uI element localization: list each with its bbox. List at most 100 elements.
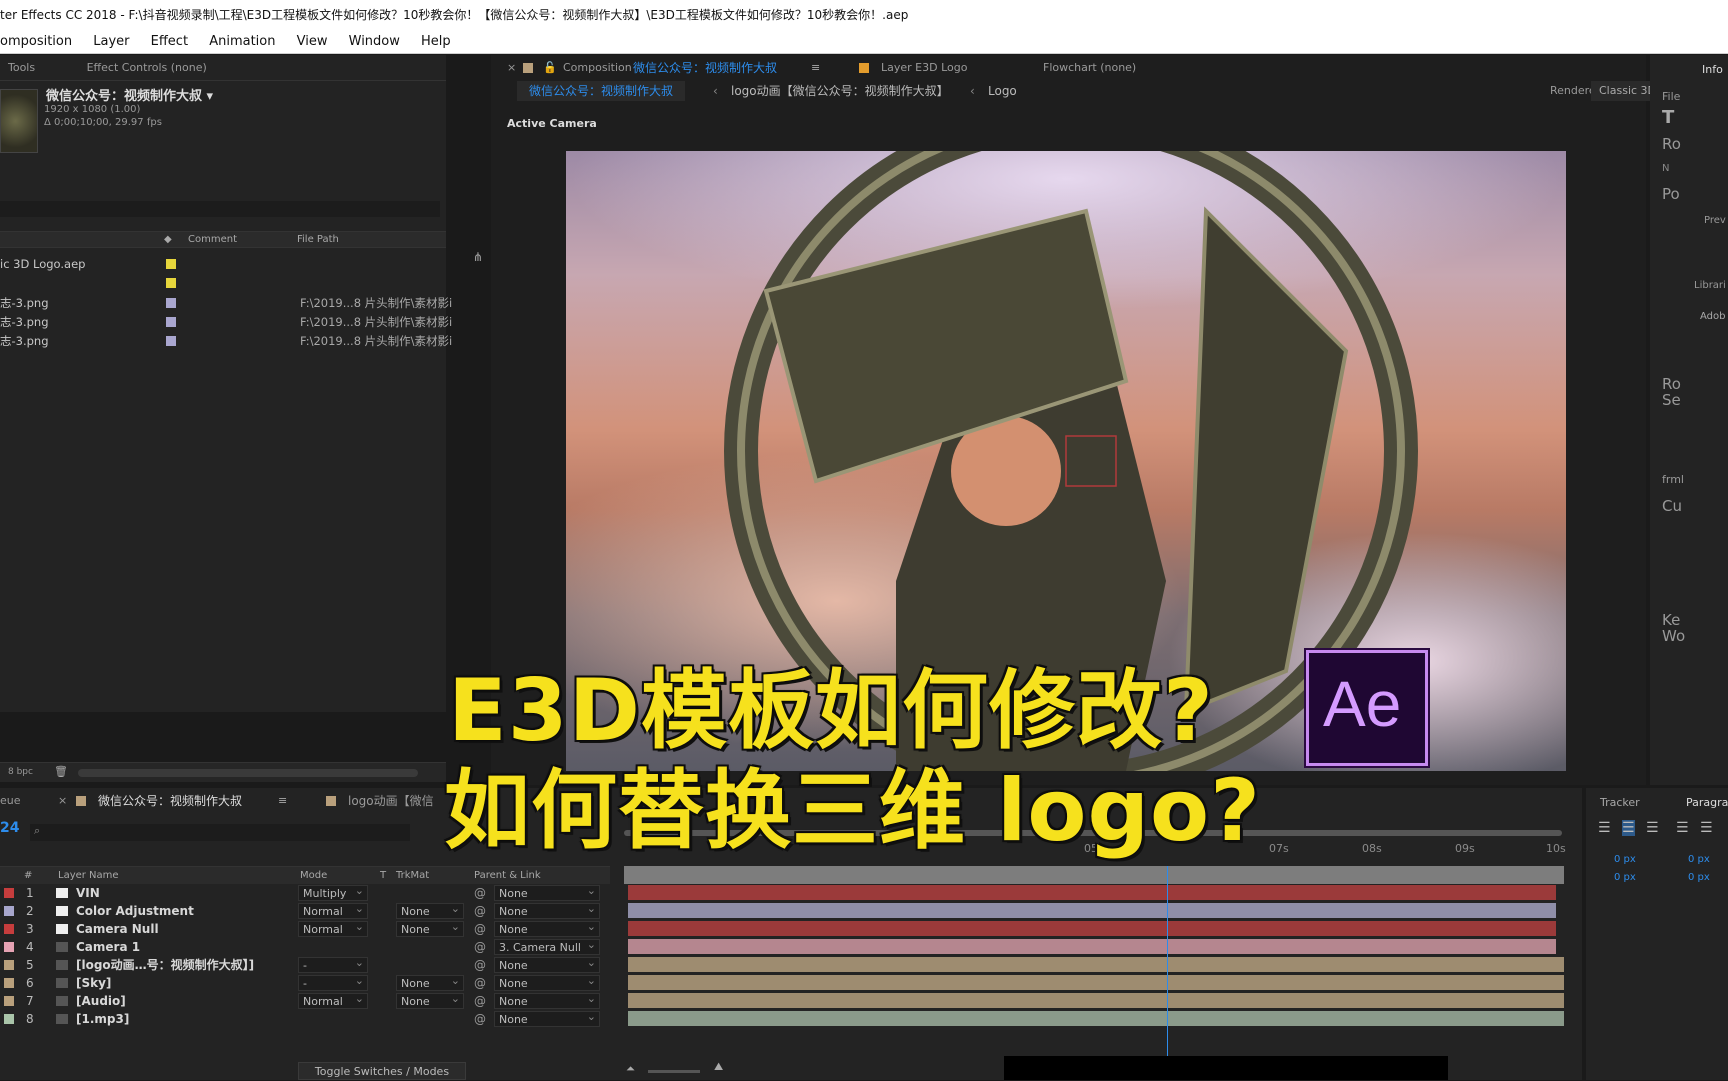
indent-right-value[interactable]: 0 px bbox=[1688, 854, 1710, 865]
list-item[interactable]: 志-3.png F:\2019...8 片头制作\素材影i bbox=[0, 313, 452, 331]
parent-dropdown[interactable]: None bbox=[494, 973, 600, 991]
menu-help[interactable]: Help bbox=[421, 34, 451, 49]
tab-tools[interactable]: Tools bbox=[8, 61, 35, 74]
parent-dropdown[interactable]: None bbox=[494, 1009, 600, 1027]
table-row[interactable]: 7 [Audio] Normal None @ None bbox=[0, 991, 1582, 1010]
tab-info[interactable]: Info bbox=[1702, 63, 1723, 76]
lock-icon[interactable]: 🔓 bbox=[543, 55, 557, 81]
pickwhip-icon[interactable]: @ bbox=[474, 992, 486, 1010]
mode-dropdown[interactable]: - bbox=[298, 973, 368, 991]
tab-effect-controls[interactable]: Effect Controls (none) bbox=[87, 61, 207, 74]
table-row[interactable]: 1 VIN Multiply @ None bbox=[0, 883, 1582, 902]
text-tool-icon[interactable]: T bbox=[1662, 107, 1674, 128]
space-after-value[interactable]: 0 px bbox=[1688, 872, 1710, 883]
tab-timeline-logo[interactable]: logo动画【微信 bbox=[348, 788, 434, 814]
layer-name[interactable]: Camera Null bbox=[76, 920, 159, 938]
menu-layer[interactable]: Layer bbox=[93, 34, 129, 49]
mode-dropdown[interactable]: - bbox=[298, 955, 368, 973]
tab-composition[interactable]: 微信公众号：视频制作大叔 bbox=[633, 55, 777, 81]
label-swatch[interactable] bbox=[4, 906, 14, 916]
list-item[interactable]: ic 3D Logo.aep bbox=[0, 255, 446, 273]
layer-name[interactable]: VIN bbox=[76, 884, 100, 902]
breadcrumb-item[interactable]: Logo bbox=[988, 81, 1017, 101]
tab-timeline-comp[interactable]: 微信公众号：视频制作大叔 bbox=[98, 788, 242, 814]
table-row[interactable]: 2 Color Adjustment Normal None @ None bbox=[0, 901, 1582, 920]
project-search[interactable] bbox=[0, 201, 440, 217]
close-icon[interactable]: × bbox=[58, 788, 67, 814]
label-swatch[interactable] bbox=[4, 888, 14, 898]
table-row[interactable]: 6 [Sky] - None @ None bbox=[0, 973, 1582, 992]
label-swatch[interactable] bbox=[4, 960, 14, 970]
menu-composition[interactable]: omposition bbox=[0, 34, 72, 49]
col-trkmat[interactable]: TrkMat bbox=[396, 867, 429, 885]
flowchart-icon[interactable]: ⋔ bbox=[473, 250, 483, 264]
menu-effect[interactable]: Effect bbox=[151, 34, 188, 49]
info-label[interactable]: Adob bbox=[1700, 311, 1725, 322]
pickwhip-icon[interactable]: @ bbox=[474, 920, 486, 938]
col-comment[interactable]: Comment bbox=[188, 232, 237, 248]
project-scrollbar[interactable] bbox=[78, 769, 418, 777]
layer-name[interactable]: [Audio] bbox=[76, 992, 126, 1010]
tab-paragraph[interactable]: Paragra bbox=[1686, 796, 1728, 809]
list-item[interactable] bbox=[0, 274, 446, 292]
table-row[interactable]: 4 Camera 1 @3. Camera Null bbox=[0, 937, 1582, 956]
breadcrumb-item[interactable]: logo动画【微信公众号：视频制作大叔】 bbox=[731, 81, 949, 101]
mode-dropdown[interactable]: Normal bbox=[298, 901, 368, 919]
mode-dropdown[interactable]: Multiply bbox=[298, 883, 368, 901]
layer-search-input[interactable]: ⌕ bbox=[30, 824, 410, 841]
tab-render-queue[interactable]: eue bbox=[0, 788, 21, 814]
zoom-in-icon[interactable]: ⛰ bbox=[714, 1060, 723, 1074]
bpc-label[interactable]: 8 bpc bbox=[8, 767, 33, 777]
playhead[interactable] bbox=[1167, 866, 1168, 1062]
indent-left-value[interactable]: 0 px bbox=[1614, 854, 1636, 865]
trash-icon[interactable]: 🗑 bbox=[54, 765, 68, 778]
parent-dropdown[interactable]: None bbox=[494, 955, 600, 973]
table-row[interactable]: 5 [logo动画…号：视频制作大叔】] - @ None bbox=[0, 955, 1582, 974]
breadcrumb-item[interactable]: 微信公众号：视频制作大叔 bbox=[517, 81, 686, 101]
space-before-value[interactable]: 0 px bbox=[1614, 872, 1636, 883]
justify-all-icon[interactable]: ☰ bbox=[1700, 820, 1713, 836]
pickwhip-icon[interactable]: @ bbox=[474, 1010, 486, 1028]
tab-flowchart[interactable]: Flowchart (none) bbox=[1043, 55, 1136, 81]
col-layer-name[interactable]: Layer Name bbox=[58, 867, 119, 885]
layer-bar[interactable] bbox=[628, 921, 1556, 936]
menu-view[interactable]: View bbox=[297, 34, 328, 49]
label-swatch[interactable] bbox=[4, 924, 14, 934]
pickwhip-icon[interactable]: @ bbox=[474, 956, 486, 974]
toggle-switches-button[interactable]: Toggle Switches / Modes bbox=[298, 1062, 466, 1080]
pickwhip-icon[interactable]: @ bbox=[474, 884, 486, 902]
layer-bar[interactable] bbox=[628, 885, 1556, 900]
parent-dropdown[interactable]: None bbox=[494, 991, 600, 1009]
layer-name[interactable]: [1.mp3] bbox=[76, 1010, 129, 1028]
col-parent[interactable]: Parent & Link bbox=[474, 867, 541, 885]
align-left-icon[interactable]: ☰ bbox=[1598, 820, 1611, 836]
mode-dropdown[interactable]: Normal bbox=[298, 991, 368, 1009]
layer-bar[interactable] bbox=[628, 993, 1564, 1008]
panel-menu-icon[interactable]: ≡ bbox=[278, 788, 287, 814]
comp-name[interactable]: 微信公众号：视频制作大叔 ▾ bbox=[46, 85, 213, 104]
label-swatch[interactable] bbox=[4, 1014, 14, 1024]
justify-icon[interactable]: ☰ bbox=[1676, 820, 1689, 836]
list-item[interactable]: 志-3.png F:\2019...8 片头制作\素材影i bbox=[0, 294, 452, 312]
current-time[interactable]: 24 bbox=[0, 820, 19, 836]
mode-dropdown[interactable]: Normal bbox=[298, 919, 368, 937]
parent-dropdown[interactable]: None bbox=[494, 883, 600, 901]
pickwhip-icon[interactable]: @ bbox=[474, 974, 486, 992]
layer-name[interactable]: Color Adjustment bbox=[76, 902, 194, 920]
parent-dropdown[interactable]: None bbox=[494, 901, 600, 919]
label-swatch[interactable] bbox=[4, 996, 14, 1006]
layer-name[interactable]: [logo动画…号：视频制作大叔】] bbox=[76, 956, 254, 974]
zoom-slider[interactable] bbox=[648, 1070, 700, 1073]
close-icon[interactable]: × bbox=[507, 55, 516, 81]
table-row[interactable]: 8 [1.mp3] @ None bbox=[0, 1009, 1582, 1028]
pickwhip-icon[interactable]: @ bbox=[474, 938, 486, 956]
trkmat-dropdown[interactable]: None bbox=[396, 991, 464, 1009]
layer-name[interactable]: Camera 1 bbox=[76, 938, 140, 956]
trkmat-dropdown[interactable]: None bbox=[396, 919, 464, 937]
trkmat-dropdown[interactable]: None bbox=[396, 901, 464, 919]
label-swatch[interactable] bbox=[4, 978, 14, 988]
list-item[interactable]: 志-3.png F:\2019...8 片头制作\素材影i bbox=[0, 332, 452, 350]
menu-window[interactable]: Window bbox=[349, 34, 400, 49]
parent-dropdown[interactable]: 3. Camera Null bbox=[494, 937, 600, 955]
layer-bar[interactable] bbox=[628, 903, 1556, 918]
